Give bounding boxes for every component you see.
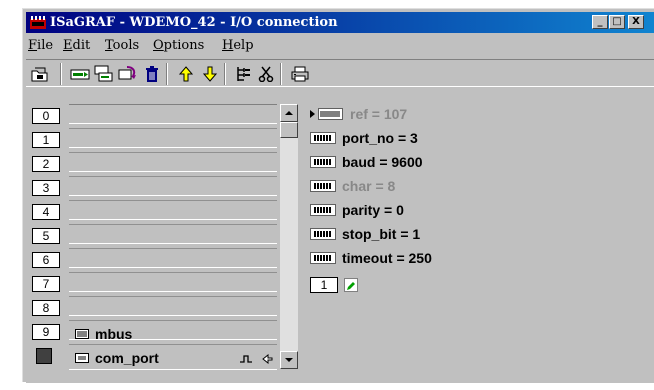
menu-options[interactable]: Options [153, 38, 204, 53]
slot-number[interactable]: 8 [32, 300, 60, 316]
param-port-no[interactable]: port_no = 3 [310, 129, 418, 147]
delete-icon[interactable] [142, 64, 162, 84]
param-parity[interactable]: parity = 0 [310, 201, 404, 219]
slot-number[interactable]: 0 [32, 108, 60, 124]
param-icon [310, 228, 336, 240]
slot-number[interactable]: 7 [32, 276, 60, 292]
slot-board-cell[interactable] [69, 200, 277, 220]
param-pointer-icon [310, 108, 343, 120]
menu-edit[interactable]: Edit [63, 38, 90, 53]
slot-board-cell[interactable] [69, 272, 277, 292]
slot-board-cell[interactable] [69, 128, 277, 148]
slot-scrollbar[interactable] [280, 104, 298, 369]
param-baud[interactable]: baud = 9600 [310, 153, 423, 171]
slot-number[interactable]: 9 [32, 324, 60, 340]
slot-number[interactable]: 5 [32, 228, 60, 244]
board-name: mbus [95, 326, 133, 342]
toolbar [26, 59, 654, 87]
remove-board-icon[interactable] [118, 64, 138, 84]
menu-file[interactable]: File [28, 38, 53, 53]
toolbar-separator [224, 63, 226, 85]
toolbar-separator [280, 63, 282, 85]
copy-board-icon[interactable] [94, 64, 114, 84]
scroll-down-button[interactable] [280, 351, 298, 369]
open-icon[interactable] [30, 64, 50, 84]
slot-number[interactable]: 4 [32, 204, 60, 220]
slot-number[interactable]: 6 [32, 252, 60, 268]
window-title: ISaGRAF - WDEMO_42 - I/O connection [50, 15, 338, 30]
cut-icon[interactable] [256, 64, 276, 84]
minimize-button[interactable]: _ [592, 15, 608, 29]
set-board-icon[interactable] [70, 64, 90, 84]
toolbar-separator [60, 63, 62, 85]
board-name: com_port [95, 350, 159, 366]
slot-board-cell[interactable] [69, 104, 277, 124]
print-icon[interactable] [290, 64, 310, 84]
menu-help[interactable]: Help [222, 38, 254, 53]
board-icon [75, 353, 89, 363]
scroll-thumb[interactable] [280, 122, 298, 138]
param-char[interactable]: char = 8 [310, 177, 395, 195]
menu-bar: File Edit Tools Options Help [26, 34, 654, 56]
slot-number-selected[interactable] [36, 348, 52, 364]
board-mbus[interactable]: mbus [75, 326, 132, 342]
toolbar-separator [166, 63, 168, 85]
slot-number[interactable]: 2 [32, 156, 60, 172]
close-button[interactable]: X [628, 15, 644, 29]
board-com-port[interactable]: com_port [75, 350, 159, 366]
slot-board-cell[interactable] [69, 248, 277, 268]
maximize-button[interactable]: □ [609, 15, 625, 29]
slot-board-cell[interactable] [69, 176, 277, 196]
title-bar[interactable]: ISaGRAF - WDEMO_42 - I/O connection _ □ … [26, 12, 654, 33]
param-icon [310, 132, 336, 144]
isagraf-window: ISaGRAF - WDEMO_42 - I/O connection _ □ … [22, 8, 654, 383]
io-connection-panel: 0 1 2 3 4 5 6 7 8 9 mbus com_port ref = … [26, 90, 654, 383]
arrow-up-icon [285, 111, 293, 115]
board-icon [75, 329, 89, 339]
tree-icon[interactable] [234, 64, 254, 84]
slot-board-cell[interactable] [69, 296, 277, 316]
param-icon [310, 180, 336, 192]
menu-tools[interactable]: Tools [105, 38, 139, 53]
isagraf-app-icon[interactable] [30, 16, 46, 29]
channel-number[interactable]: 1 [310, 277, 338, 293]
move-up-icon[interactable] [176, 64, 196, 84]
arrow-down-icon [285, 358, 293, 362]
param-stop-bit[interactable]: stop_bit = 1 [310, 225, 420, 243]
param-icon [310, 252, 336, 264]
scroll-up-button[interactable] [280, 104, 298, 122]
param-icon [310, 204, 336, 216]
param-icon [310, 156, 336, 168]
slot-board-cell[interactable] [69, 224, 277, 244]
param-timeout[interactable]: timeout = 250 [310, 249, 432, 267]
move-down-icon[interactable] [200, 64, 220, 84]
slot-number[interactable]: 1 [32, 132, 60, 148]
param-ref[interactable]: ref = 107 [310, 105, 407, 123]
slot-number[interactable]: 3 [32, 180, 60, 196]
slot-board-cell[interactable] [69, 152, 277, 172]
complex-board-icon [240, 354, 273, 364]
edit-icon[interactable] [344, 278, 358, 292]
